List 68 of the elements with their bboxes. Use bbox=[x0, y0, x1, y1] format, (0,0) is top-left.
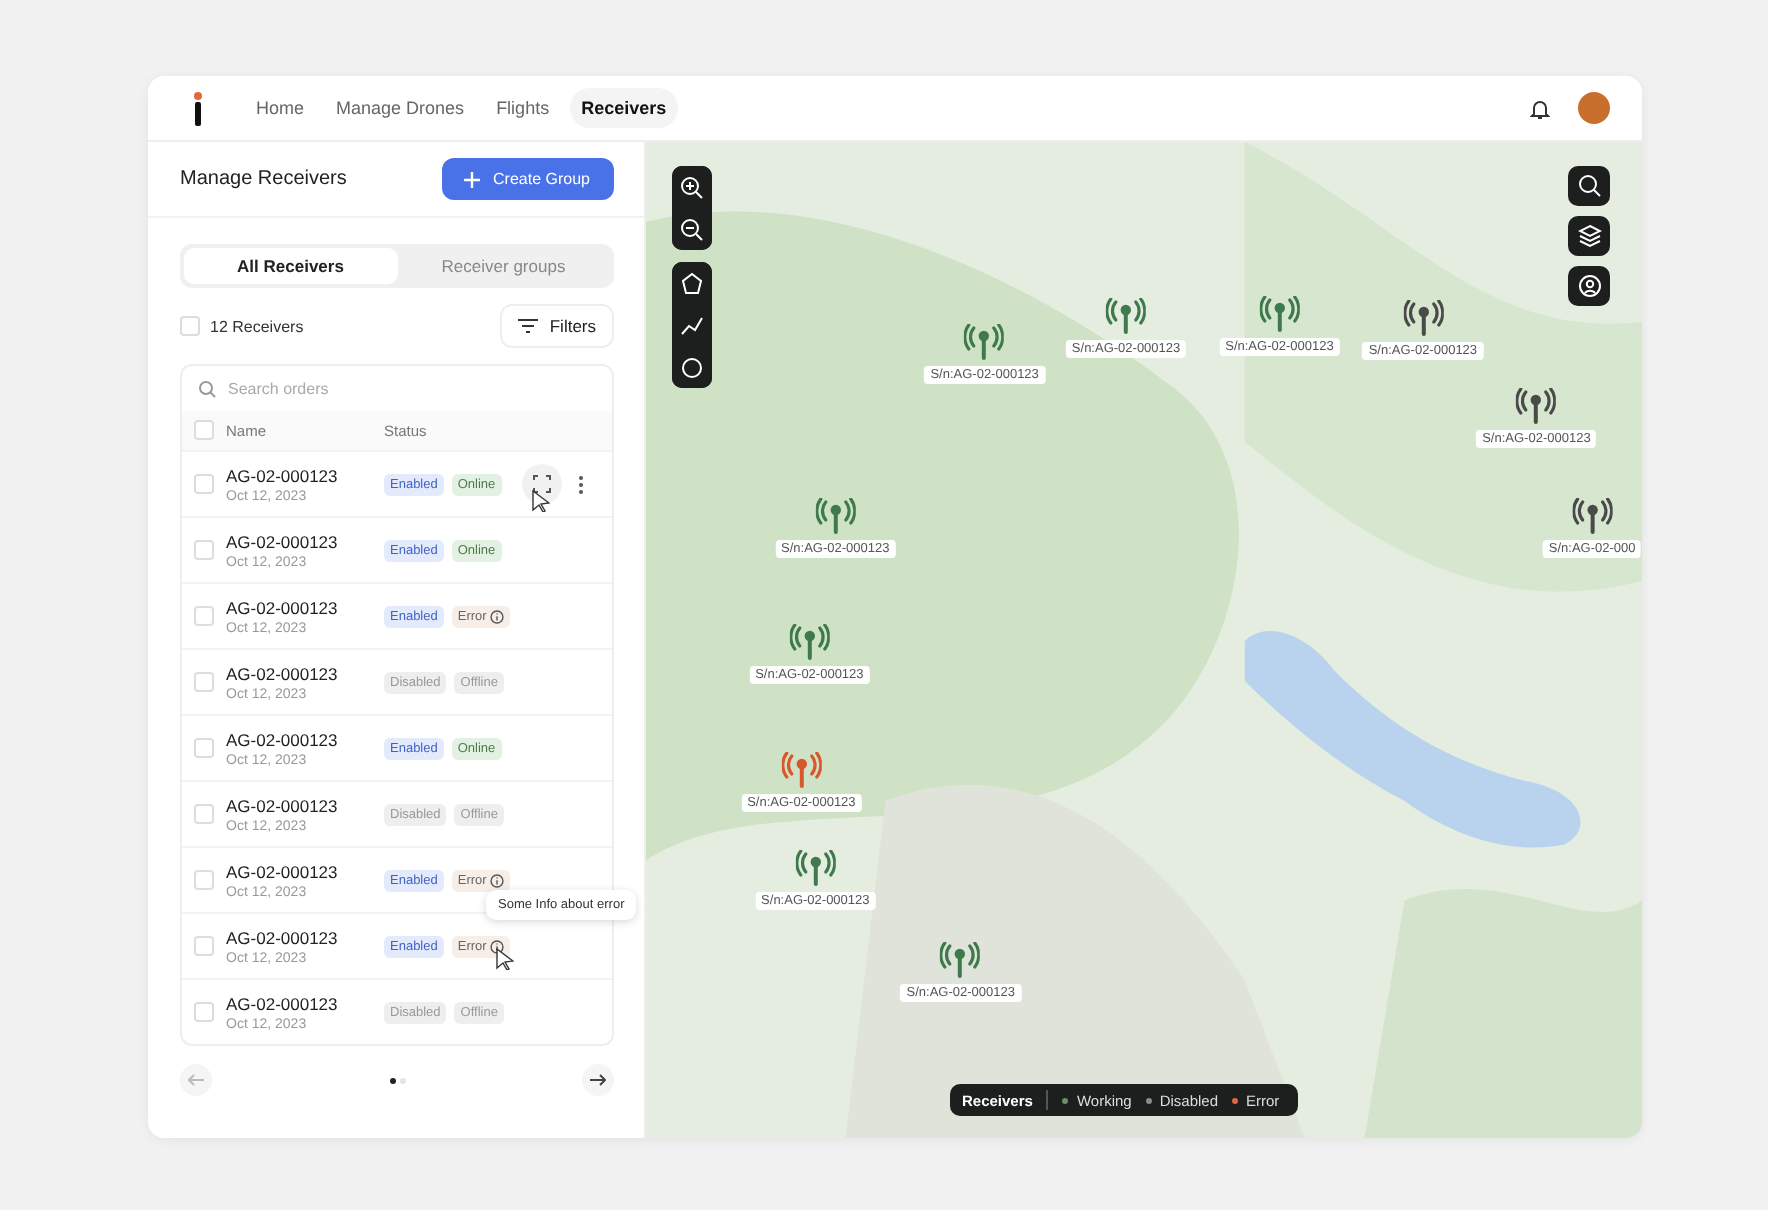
next-page-button[interactable] bbox=[582, 1064, 614, 1096]
row-checkbox[interactable] bbox=[194, 804, 214, 824]
antenna-icon[interactable] bbox=[1259, 295, 1300, 332]
info-icon bbox=[490, 609, 505, 623]
row-checkbox[interactable] bbox=[194, 540, 214, 560]
receiver-name: AG-02-000123 bbox=[226, 531, 340, 551]
filter-icon bbox=[517, 318, 538, 334]
antenna-icon[interactable] bbox=[1572, 498, 1613, 535]
receiver-name: AG-02-000123 bbox=[226, 729, 340, 749]
receiver-name: AG-02-000123 bbox=[226, 663, 340, 683]
layers-button[interactable] bbox=[1568, 216, 1610, 256]
bell-icon[interactable] bbox=[1530, 97, 1550, 119]
receiver-name: AG-02-000123 bbox=[226, 597, 340, 617]
receiver-name: AG-02-000123 bbox=[226, 993, 340, 1013]
antenna-icon[interactable] bbox=[940, 942, 981, 979]
row-checkbox[interactable] bbox=[194, 606, 214, 626]
more-icon[interactable] bbox=[577, 475, 584, 493]
nav-tab[interactable]: Flights bbox=[484, 88, 562, 128]
antenna-icon[interactable] bbox=[781, 751, 822, 788]
checkbox[interactable] bbox=[180, 316, 200, 336]
antenna-icon[interactable] bbox=[1106, 298, 1147, 335]
info-icon bbox=[490, 873, 505, 887]
row-checkbox[interactable] bbox=[194, 474, 214, 494]
circle-icon bbox=[680, 355, 704, 379]
search-icon bbox=[198, 379, 216, 397]
line-icon bbox=[680, 313, 704, 337]
antenna-icon[interactable] bbox=[964, 323, 1005, 360]
receiver-name: AG-02-000123 bbox=[226, 861, 340, 881]
segment-tab[interactable]: Receiver groups bbox=[397, 248, 610, 284]
receiver-name: AG-02-000123 bbox=[226, 465, 340, 485]
panel-title: Manage Receivers bbox=[180, 168, 347, 190]
checkbox[interactable] bbox=[194, 420, 214, 440]
search-icon bbox=[1577, 174, 1601, 198]
antenna-icon[interactable] bbox=[789, 623, 830, 660]
arrow-right-icon bbox=[590, 1074, 606, 1086]
receiver-name: AG-02-000123 bbox=[226, 927, 340, 947]
antenna-icon[interactable] bbox=[1402, 299, 1443, 336]
logo-icon bbox=[188, 90, 208, 126]
nav-tab[interactable]: Manage Drones bbox=[324, 88, 477, 128]
row-checkbox[interactable] bbox=[194, 672, 214, 692]
polygon-icon bbox=[680, 271, 704, 295]
nav-tab[interactable]: Receivers bbox=[569, 88, 679, 128]
receiver-name: AG-02-000123 bbox=[226, 795, 340, 815]
row-checkbox[interactable] bbox=[194, 870, 214, 890]
row-checkbox[interactable] bbox=[194, 738, 214, 758]
cursor-icon bbox=[531, 490, 550, 512]
layers-icon bbox=[1577, 224, 1601, 248]
segment-tab[interactable]: All Receivers bbox=[184, 248, 397, 284]
row-checkbox[interactable] bbox=[194, 936, 214, 956]
antenna-icon[interactable] bbox=[795, 849, 836, 886]
zoom-in-icon bbox=[680, 175, 704, 199]
antenna-icon[interactable] bbox=[1516, 388, 1557, 425]
antenna-icon[interactable] bbox=[815, 498, 856, 535]
info-icon bbox=[490, 939, 505, 953]
avatar[interactable] bbox=[1578, 92, 1610, 124]
search-button[interactable] bbox=[1568, 166, 1610, 206]
row-checkbox[interactable] bbox=[194, 1002, 214, 1022]
cursor-icon bbox=[496, 948, 514, 970]
page-dot[interactable] bbox=[389, 1077, 395, 1083]
filters-button[interactable]: Filters bbox=[499, 304, 614, 348]
user-location-icon bbox=[1577, 274, 1601, 298]
zoom-out-icon bbox=[680, 217, 704, 241]
plus-icon bbox=[463, 171, 480, 187]
arrow-left-icon bbox=[188, 1074, 204, 1086]
location-button[interactable] bbox=[1568, 266, 1610, 306]
nav-tab[interactable]: Home bbox=[244, 88, 317, 128]
receiver-count: 12 Receivers bbox=[210, 317, 304, 335]
create-group-button[interactable]: Create Group bbox=[441, 158, 614, 200]
